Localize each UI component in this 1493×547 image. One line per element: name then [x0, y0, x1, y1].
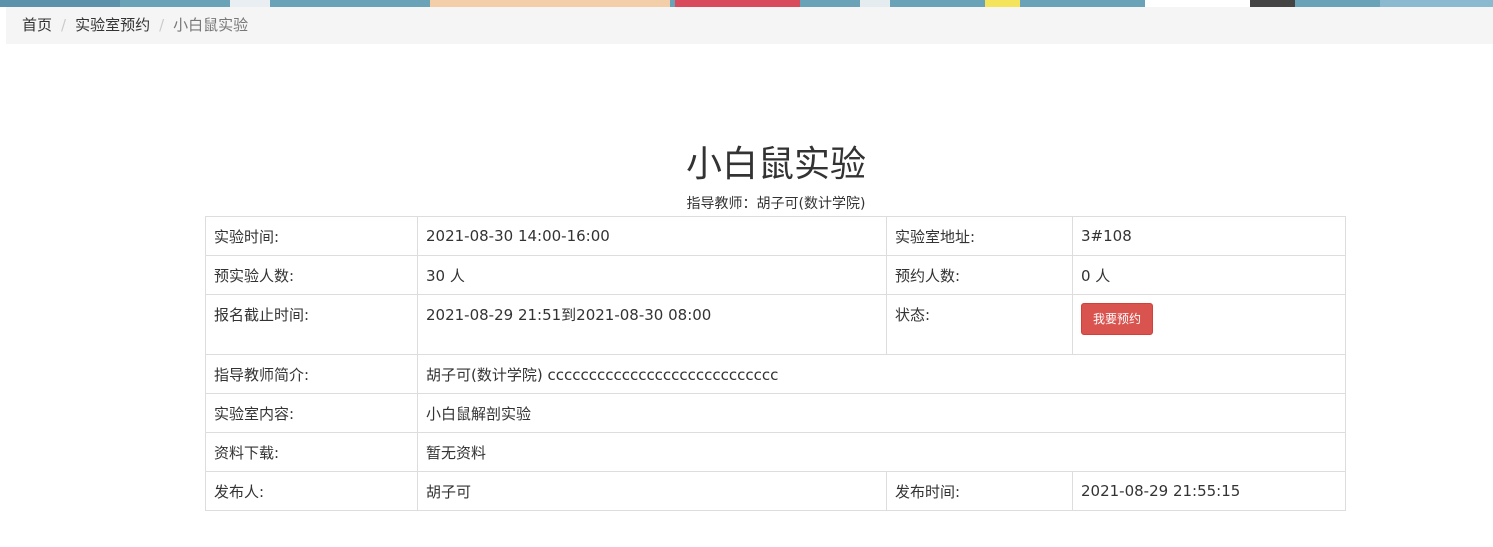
table-row: 报名截止时间: 2021-08-29 21:51到2021-08-30 08:0…	[205, 294, 1346, 355]
address-value: 3#108	[1072, 216, 1346, 256]
instructor-intro-label: 指导教师简介:	[205, 354, 418, 394]
instructor-intro-value: 胡子可(数计学院) cccccccccccccccccccccccccccc	[417, 354, 1346, 394]
breadcrumb-separator: /	[61, 16, 67, 34]
breadcrumb-home-link[interactable]: 首页	[22, 16, 52, 34]
page-content: 首页 / 实验室预约 / 小白鼠实验 小白鼠实验 指导教师：胡子可(数计学院) 实验时间…	[6, 7, 1493, 547]
lab-content-label: 实验室内容:	[205, 393, 418, 433]
time-label: 实验时间:	[205, 216, 418, 256]
publish-time-label: 发布时间:	[886, 471, 1073, 511]
header-banner-image	[0, 0, 1493, 7]
deadline-value: 2021-08-29 21:51到2021-08-30 08:00	[417, 294, 887, 355]
lab-content-value: 小白鼠解剖实验	[417, 393, 1346, 433]
download-label: 资料下载:	[205, 432, 418, 472]
instructor-line: 指导教师：胡子可(数计学院)	[686, 196, 866, 212]
reserve-button[interactable]: 我要预约	[1081, 303, 1154, 335]
deadline-label: 报名截止时间:	[205, 294, 418, 355]
table-row: 发布人: 胡子可 发布时间: 2021-08-29 21:55:15	[205, 471, 1346, 511]
address-label: 实验室地址:	[886, 216, 1073, 256]
table-row: 实验时间: 2021-08-30 14:00-16:00 实验室地址: 3#10…	[205, 216, 1346, 256]
status-cell: 我要预约	[1072, 294, 1346, 355]
breadcrumb-lab-booking-link[interactable]: 实验室预约	[75, 16, 150, 34]
booked-count-label: 预约人数:	[886, 255, 1073, 295]
table-row: 指导教师简介: 胡子可(数计学院) cccccccccccccccccccccc…	[205, 354, 1346, 394]
experiment-details-table: 实验时间: 2021-08-30 14:00-16:00 实验室地址: 3#10…	[205, 216, 1346, 511]
publisher-label: 发布人:	[205, 471, 418, 511]
planned-count-label: 预实验人数:	[205, 255, 418, 295]
breadcrumb: 首页 / 实验室预约 / 小白鼠实验	[6, 7, 1493, 44]
time-value: 2021-08-30 14:00-16:00	[417, 216, 887, 256]
table-row: 资料下载: 暂无资料	[205, 432, 1346, 472]
download-value: 暂无资料	[417, 432, 1346, 472]
publisher-value: 胡子可	[417, 471, 887, 511]
table-row: 预实验人数: 30 人 预约人数: 0 人	[205, 255, 1346, 295]
table-row: 实验室内容: 小白鼠解剖实验	[205, 393, 1346, 433]
status-label: 状态:	[886, 294, 1073, 355]
planned-count-value: 30 人	[417, 255, 887, 295]
breadcrumb-separator: /	[159, 16, 165, 34]
booked-count-value: 0 人	[1072, 255, 1346, 295]
publish-time-value: 2021-08-29 21:55:15	[1072, 471, 1346, 511]
breadcrumb-current: 小白鼠实验	[173, 16, 249, 34]
page-title: 小白鼠实验	[685, 144, 866, 185]
